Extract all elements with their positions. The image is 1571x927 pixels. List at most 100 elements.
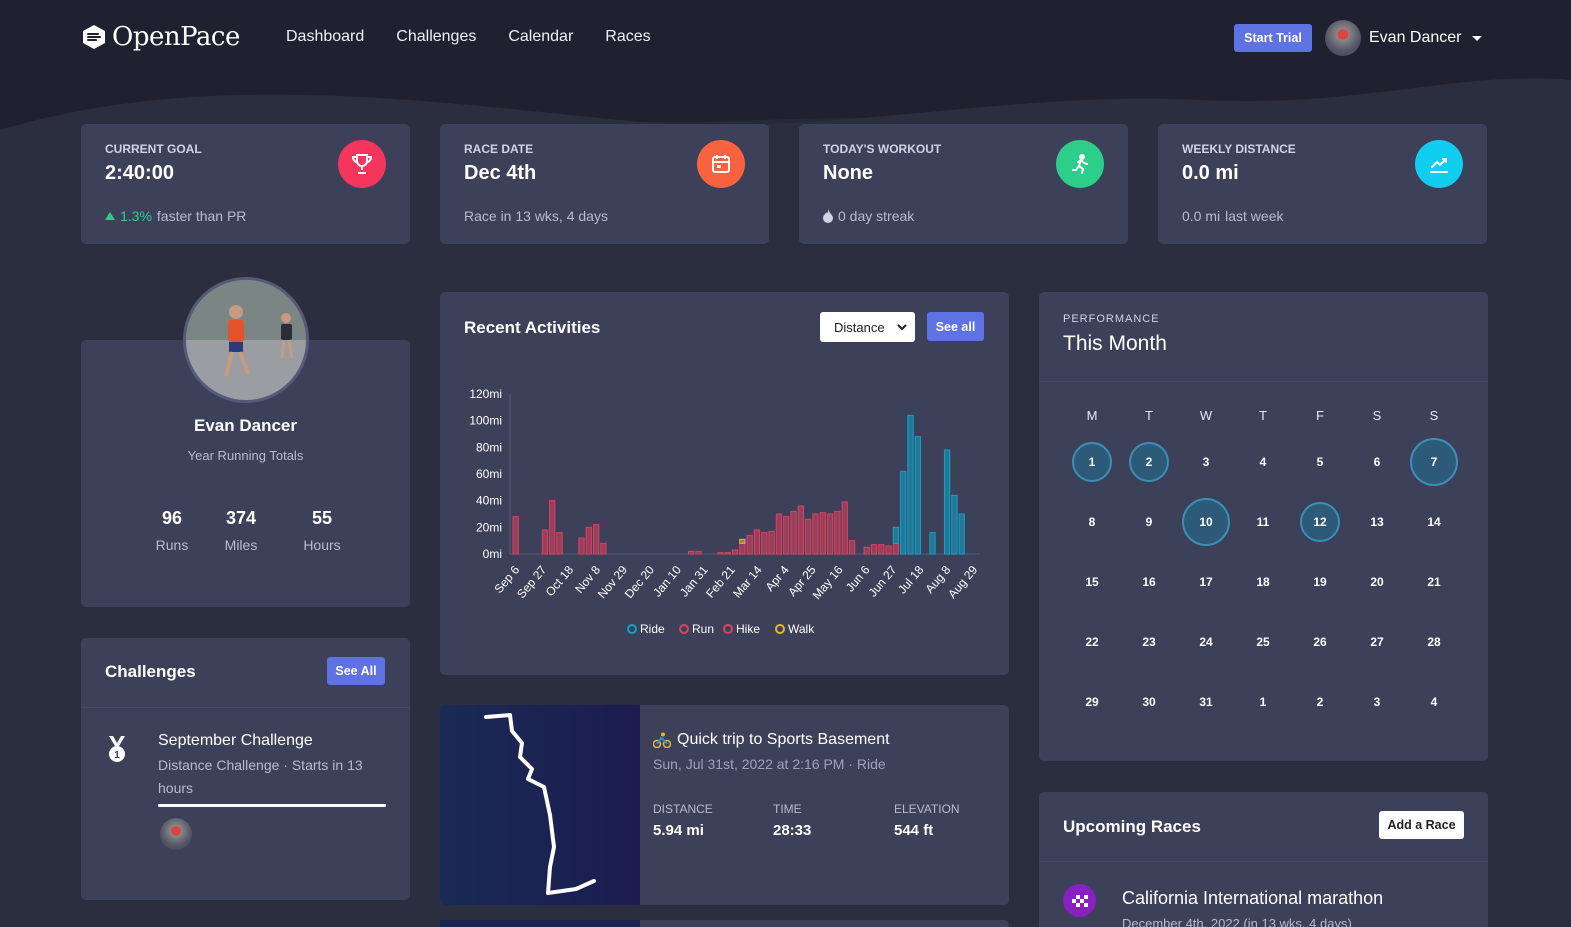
x-tick-label: Sep 27 — [514, 563, 549, 601]
calendar-day[interactable]: 27 — [1357, 622, 1397, 662]
metric-value: 544 ft — [894, 822, 934, 839]
calendar-day[interactable]: 22 — [1072, 622, 1112, 662]
activity-title-row: Quick trip to Sports Basement — [653, 731, 890, 749]
bar-ride — [892, 526, 900, 544]
bar-run — [892, 542, 900, 555]
stat-card-race-date: Race Date Dec 4th Race in 13 wks, 4 days — [440, 124, 769, 244]
calendar-day[interactable]: 31 — [1186, 682, 1226, 722]
stat-label: Today's Workout — [823, 142, 942, 156]
see-all-activities-button[interactable]: See all — [927, 312, 984, 341]
total-hours: 55 Hours — [279, 508, 365, 553]
calendar-day[interactable]: 4 — [1243, 442, 1283, 482]
calendar-day[interactable]: 21 — [1414, 562, 1454, 602]
bar-ride — [951, 494, 958, 555]
calendar-day[interactable]: 9 — [1129, 502, 1169, 542]
stat-label: Weekly Distance — [1182, 142, 1296, 156]
legend-marker-run — [679, 624, 689, 634]
calendar-day[interactable]: 30 — [1129, 682, 1169, 722]
user-menu[interactable]: Evan Dancer — [1325, 20, 1482, 56]
bar-run — [753, 529, 761, 555]
bar-run — [592, 524, 600, 555]
metric-distance: Distance 5.94 mi — [653, 802, 713, 839]
calendar-day[interactable]: 1 — [1072, 442, 1112, 482]
bar-run — [739, 542, 746, 555]
openpace-logo-icon — [83, 25, 105, 49]
race-name[interactable]: California International marathon — [1122, 888, 1383, 909]
calendar-day[interactable]: 3 — [1186, 442, 1226, 482]
calendar-day[interactable]: 12 — [1300, 502, 1340, 542]
bar-run — [549, 500, 556, 555]
calendar-day[interactable]: 13 — [1357, 502, 1397, 542]
bar-run — [717, 552, 724, 555]
y-tick-label: 60mi — [476, 467, 502, 481]
challenge-name[interactable]: September Challenge — [158, 732, 313, 750]
calendar-day[interactable]: 25 — [1243, 622, 1283, 662]
races-title: Upcoming Races — [1063, 817, 1201, 836]
stat-value: None — [823, 162, 873, 184]
calendar-day[interactable]: 14 — [1414, 502, 1454, 542]
calendar-day[interactable]: 23 — [1129, 622, 1169, 662]
bar-run — [688, 550, 695, 555]
participant-avatar[interactable] — [160, 818, 192, 850]
brand-name: OpenPace — [112, 22, 240, 52]
activity-title[interactable]: Quick trip to Sports Basement — [677, 731, 890, 749]
bar-run — [585, 526, 592, 555]
calendar-day[interactable]: 8 — [1072, 502, 1112, 542]
bar-walk — [739, 538, 746, 544]
start-trial-button[interactable]: Start Trial — [1234, 24, 1312, 52]
stat-sub: 1.3% faster than PR — [105, 208, 246, 224]
activity-card-next[interactable] — [440, 920, 1009, 927]
total-miles: 374 Miles — [198, 508, 284, 553]
calendar-day[interactable]: 5 — [1300, 442, 1340, 482]
calendar-day[interactable]: 1 — [1243, 682, 1283, 722]
nav-link-dashboard[interactable]: Dashboard — [286, 28, 364, 46]
route-map — [440, 920, 640, 927]
calendar-day[interactable]: 7 — [1410, 438, 1458, 486]
stat-change: 1.3% — [120, 208, 152, 224]
nav-link-races[interactable]: Races — [605, 28, 650, 46]
bar-run — [870, 544, 878, 555]
calendar-day[interactable]: 20 — [1357, 562, 1397, 602]
weekday-header: T — [1145, 408, 1153, 423]
bar-run — [819, 512, 826, 555]
calendar-day[interactable]: 10 — [1182, 498, 1230, 546]
activity-card[interactable]: Quick trip to Sports Basement Sun, Jul 3… — [440, 705, 1009, 905]
x-tick-label: Mar 14 — [730, 563, 765, 601]
calendar-day[interactable]: 11 — [1243, 502, 1283, 542]
brand-logo[interactable]: OpenPace — [82, 22, 240, 52]
see-all-challenges-button[interactable]: See All — [327, 657, 385, 685]
calendar-day[interactable]: 18 — [1243, 562, 1283, 602]
metric-label: Elevation — [894, 802, 960, 816]
calendar-day[interactable]: 4 — [1414, 682, 1454, 722]
legend-marker-hike — [723, 624, 733, 634]
calendar-day[interactable]: 28 — [1414, 622, 1454, 662]
metric-value: 5.94 mi — [653, 822, 704, 839]
calendar-day[interactable]: 3 — [1357, 682, 1397, 722]
calendar-day[interactable]: 17 — [1186, 562, 1226, 602]
metric-elevation: Elevation 544 ft — [894, 802, 960, 839]
bar-run — [812, 513, 819, 555]
calendar-day[interactable]: 15 — [1072, 562, 1112, 602]
checkered-flag-icon — [1063, 884, 1096, 917]
nav-link-calendar[interactable]: Calendar — [508, 28, 573, 46]
activity-meta: Sun, Jul 31st, 2022 at 2:16 PM · Ride — [653, 756, 886, 772]
calendar-day[interactable]: 26 — [1300, 622, 1340, 662]
calendar-day[interactable]: 19 — [1300, 562, 1340, 602]
calendar-day[interactable]: 2 — [1300, 682, 1340, 722]
metric-time: Time 28:33 — [773, 802, 811, 839]
y-tick-label: 120mi — [469, 387, 502, 401]
nav-link-challenges[interactable]: Challenges — [396, 28, 476, 46]
metric-select[interactable]: Distance — [820, 312, 915, 342]
calendar-day[interactable]: 2 — [1129, 442, 1169, 482]
bar-run — [746, 534, 753, 555]
stat-sub-text: Race in 13 wks, 4 days — [464, 208, 608, 224]
stat-label: Race Date — [464, 142, 534, 156]
calendar-day[interactable]: 6 — [1357, 442, 1397, 482]
calendar-day[interactable]: 24 — [1186, 622, 1226, 662]
calendar-day[interactable]: 29 — [1072, 682, 1112, 722]
calendar-day[interactable]: 16 — [1129, 562, 1169, 602]
add-race-button[interactable]: Add a Race — [1379, 811, 1464, 839]
performance-kicker: Performance — [1063, 313, 1160, 325]
activities-chart: 120mi100mi80mi60mi40mi20mi0miSep 6Sep 27… — [469, 387, 980, 636]
route-line — [484, 713, 596, 895]
